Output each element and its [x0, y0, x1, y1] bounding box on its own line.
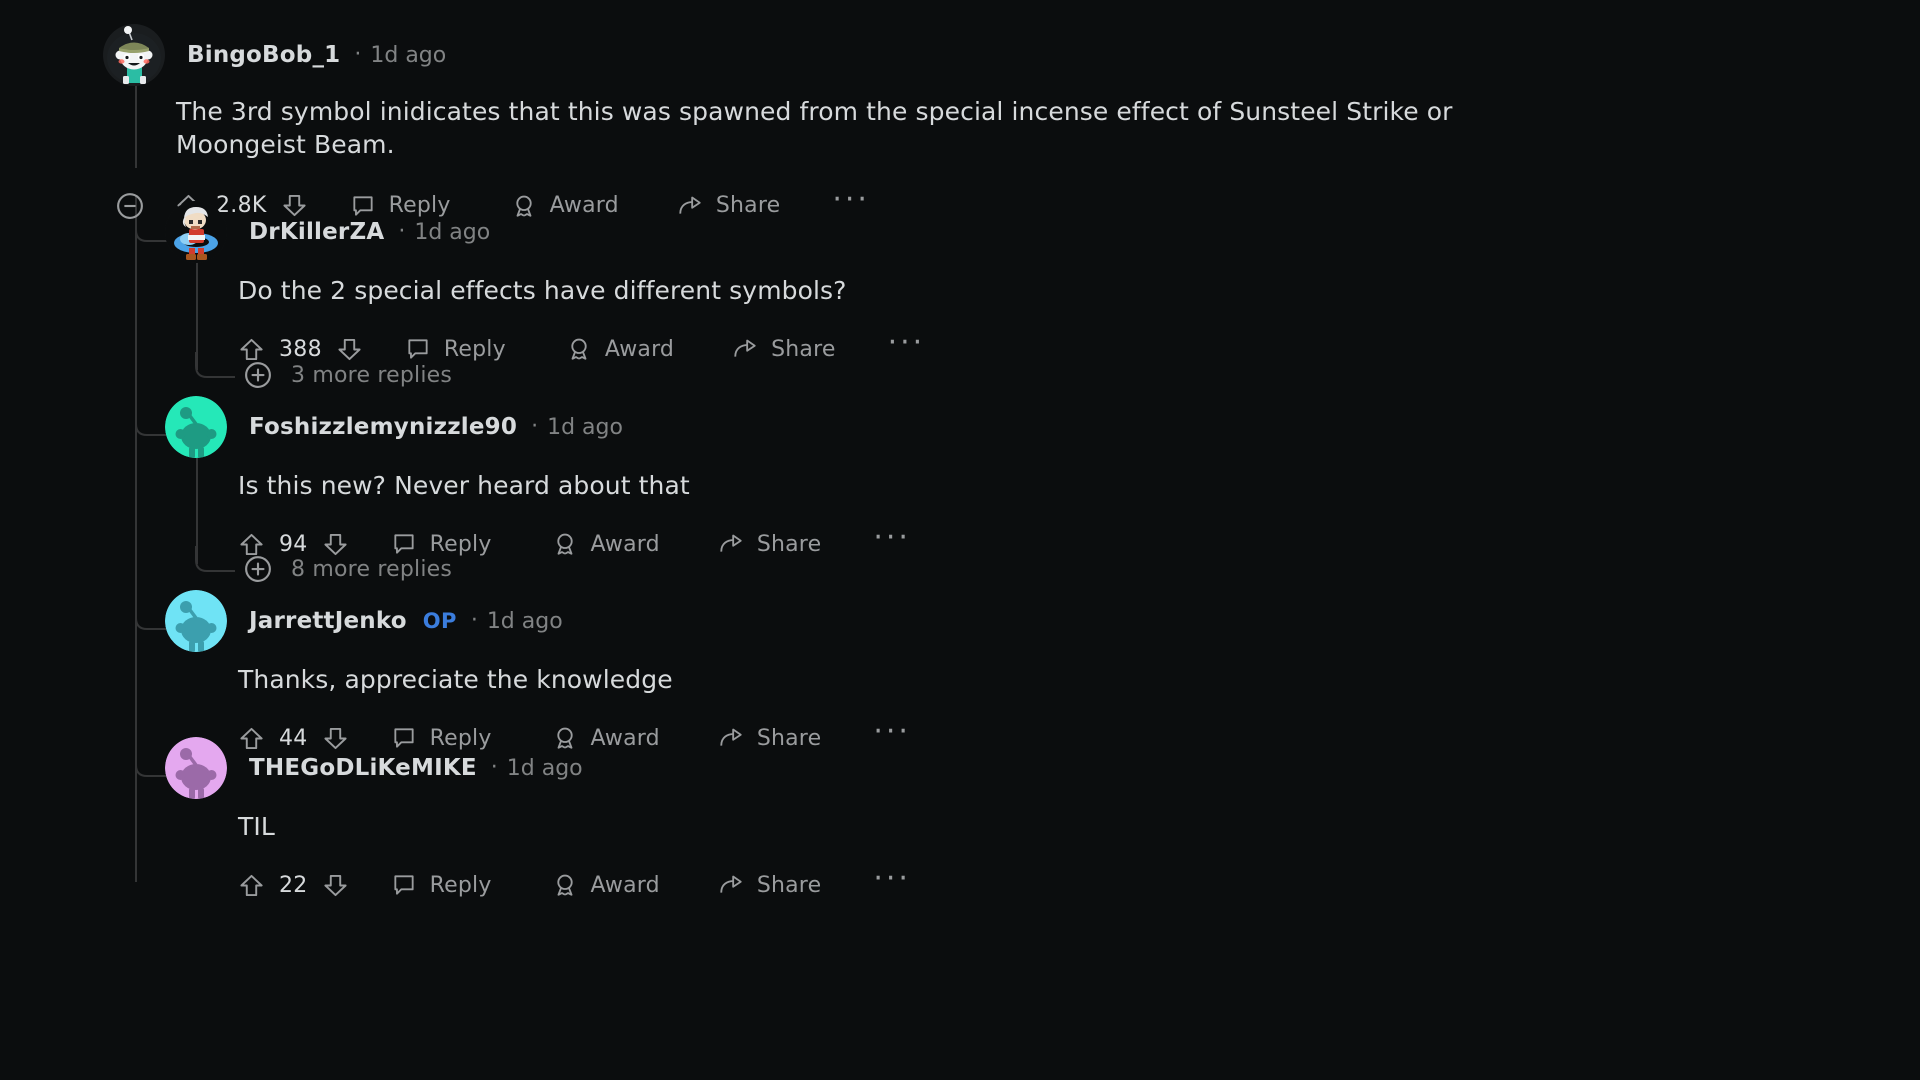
plus-circle-icon[interactable]: [243, 554, 273, 584]
avatar-snoo-orchid[interactable]: [165, 737, 227, 799]
comment-header: Foshizzlemynizzle90 · 1d ago: [165, 396, 1605, 458]
vote-count: 94: [279, 531, 308, 557]
comment-timestamp: 1d ago: [506, 755, 583, 781]
comment-header: DrKillerZA · 1d ago: [165, 201, 1605, 263]
comment-thegodlikemike: THEGoDLiKeMIKE · 1d ago TIL 22 Reply Awa…: [165, 737, 1605, 907]
comment-bubble-icon: [391, 872, 417, 898]
separator-dot: ·: [531, 414, 539, 439]
comment-thread-page: BingoBob_1 · 1d ago The 3rd symbol inidi…: [0, 0, 1920, 1080]
vote-count: 22: [279, 872, 308, 898]
share-arrow-icon: [718, 531, 744, 557]
share-button[interactable]: Share: [718, 872, 822, 898]
award-button[interactable]: Award: [552, 872, 660, 898]
reply-label: Reply: [443, 336, 506, 362]
thread-line-root-lower[interactable]: [135, 196, 137, 882]
avatar-snoo-cyan[interactable]: [165, 590, 227, 652]
award-button[interactable]: Award: [566, 336, 674, 362]
award-badge-icon: [566, 336, 592, 362]
downvote-arrow-icon[interactable]: [336, 336, 363, 363]
share-arrow-icon: [732, 336, 758, 362]
award-badge-icon: [552, 872, 578, 898]
comment-header: JarrettJenko OP · 1d ago: [165, 590, 1605, 652]
plus-circle-icon[interactable]: [243, 360, 273, 390]
minus-circle-icon[interactable]: [115, 191, 145, 221]
vote-group: 388: [238, 336, 363, 363]
comment-username[interactable]: Foshizzlemynizzle90: [249, 414, 517, 440]
reply-button[interactable]: Reply: [405, 336, 506, 362]
more-replies-label: 3 more replies: [291, 362, 453, 388]
share-button[interactable]: Share: [718, 531, 822, 557]
comment-body: The 3rd symbol inidicates that this was …: [176, 97, 1453, 160]
comment-username[interactable]: THEGoDLiKeMIKE: [249, 755, 477, 781]
separator-dot: ·: [470, 608, 478, 633]
vote-group: 22: [238, 872, 349, 899]
award-label: Award: [590, 531, 660, 557]
more-options-button[interactable]: ···: [888, 328, 926, 360]
share-arrow-icon: [718, 872, 744, 898]
comment-body: Thanks, appreciate the knowledge: [238, 665, 673, 694]
comment-actions: 22 Reply Award Share ···: [238, 863, 1605, 907]
comment-username[interactable]: BingoBob_1: [187, 42, 340, 68]
comment-timestamp: 1d ago: [486, 608, 563, 634]
comment-timestamp: 1d ago: [370, 42, 447, 68]
reply-button[interactable]: Reply: [391, 872, 492, 898]
comment-username[interactable]: DrKillerZA: [249, 219, 384, 245]
comment-header: THEGoDLiKeMIKE · 1d ago: [165, 737, 1605, 799]
award-label: Award: [604, 336, 675, 362]
share-label: Share: [756, 872, 822, 898]
award-badge-icon: [552, 531, 578, 557]
separator-dot: ·: [354, 42, 362, 67]
more-replies-foshizzle[interactable]: 8 more replies: [243, 554, 452, 584]
op-badge: OP: [422, 609, 457, 633]
share-label: Share: [771, 336, 836, 362]
separator-dot: ·: [398, 219, 406, 244]
comment-username[interactable]: JarrettJenko: [249, 608, 407, 634]
comment-body: TIL: [238, 812, 275, 841]
upvote-arrow-icon[interactable]: [238, 336, 265, 363]
share-button[interactable]: Share: [732, 336, 836, 362]
reply-label: Reply: [429, 531, 492, 557]
comment-timestamp: 1d ago: [414, 219, 491, 245]
comment-bubble-icon: [405, 336, 431, 362]
award-label: Award: [590, 872, 660, 898]
upvote-arrow-icon[interactable]: [238, 872, 265, 899]
avatar-snoo-teal[interactable]: [165, 396, 227, 458]
comment-drkillerza: DrKillerZA · 1d ago Do the 2 special eff…: [165, 201, 1605, 371]
avatar-pixel-swimmer[interactable]: [165, 201, 227, 263]
reply-label: Reply: [429, 872, 492, 898]
comment-body: Is this new? Never heard about that: [238, 471, 690, 500]
vote-count: 388: [279, 336, 322, 362]
separator-dot: ·: [490, 755, 498, 780]
comment-bingobob: BingoBob_1 · 1d ago The 3rd symbol inidi…: [103, 24, 1603, 228]
comment-header: BingoBob_1 · 1d ago: [103, 24, 1603, 86]
award-button[interactable]: Award: [552, 531, 660, 557]
more-replies-drkillerza[interactable]: 3 more replies: [243, 360, 452, 390]
more-replies-label: 8 more replies: [291, 556, 453, 582]
comment-body: Do the 2 special effects have different …: [238, 276, 847, 305]
downvote-arrow-icon[interactable]: [322, 872, 349, 899]
more-options-button[interactable]: ···: [873, 864, 911, 896]
more-options-button[interactable]: ···: [873, 523, 911, 555]
share-label: Share: [756, 531, 822, 557]
avatar-snoo-beanie[interactable]: [103, 24, 165, 86]
comment-timestamp: 1d ago: [547, 414, 623, 440]
comment-jarrettjenko: JarrettJenko OP · 1d ago Thanks, appreci…: [165, 590, 1605, 760]
comment-foshizzle: Foshizzlemynizzle90 · 1d ago Is this new…: [165, 396, 1605, 566]
